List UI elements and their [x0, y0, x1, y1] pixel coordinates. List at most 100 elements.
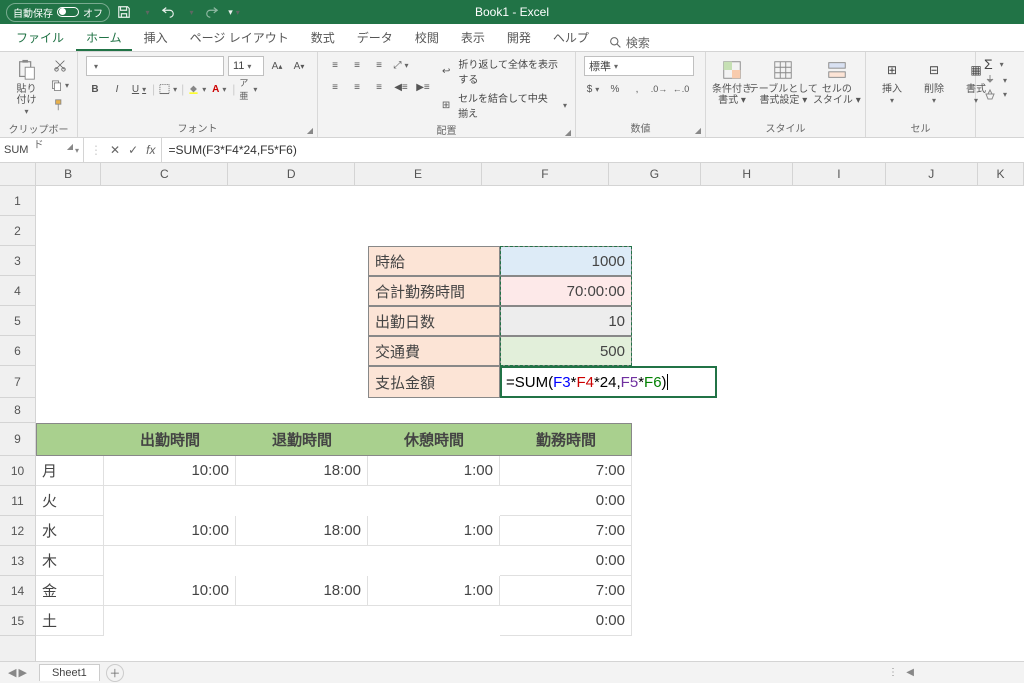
accounting-format-button[interactable]: $ — [584, 80, 602, 98]
col-header-D[interactable]: D — [228, 163, 355, 185]
cell-F6[interactable]: 500 — [500, 336, 632, 366]
cut-button[interactable] — [51, 56, 69, 74]
format-painter-button[interactable] — [51, 96, 69, 114]
row-header-7[interactable]: 7 — [0, 366, 35, 398]
cell-E14[interactable]: 1:00 — [368, 576, 500, 606]
font-color-button[interactable]: A — [210, 80, 228, 98]
col-header-H[interactable]: H — [701, 163, 793, 185]
delete-cells-button[interactable]: ⊟削除▾ — [916, 56, 952, 108]
cell-E7[interactable]: 支払金額 — [368, 366, 500, 398]
cell-C12[interactable]: 10:00 — [104, 516, 236, 546]
col-header-I[interactable]: I — [793, 163, 885, 185]
save-icon[interactable] — [116, 4, 132, 20]
cell-B13[interactable]: 木 — [36, 546, 104, 576]
number-format-combo[interactable]: 標準 — [584, 56, 694, 76]
cell-styles-button[interactable]: セルの スタイル ▾ — [817, 56, 857, 108]
redo-icon[interactable] — [204, 4, 220, 20]
row-header-1[interactable]: 1 — [0, 186, 35, 216]
copy-button[interactable] — [51, 76, 69, 94]
font-size-combo[interactable]: 11 — [228, 56, 264, 76]
align-top-button[interactable]: ≡ — [326, 56, 344, 74]
cell-F14[interactable]: 7:00 — [500, 576, 632, 606]
format-as-table-button[interactable]: テーブルとして 書式設定 ▾ — [756, 56, 811, 108]
align-left-button[interactable]: ≡ — [326, 78, 344, 96]
row-header-3[interactable]: 3 — [0, 246, 35, 276]
align-center-button[interactable]: ≡ — [348, 78, 366, 96]
cell-D10[interactable]: 18:00 — [236, 456, 368, 486]
merge-center-button[interactable]: ⊞セルを結合して中央揃え — [438, 90, 567, 120]
select-all-corner[interactable] — [0, 163, 36, 186]
row-headers[interactable]: 123456789101112131415 — [0, 186, 36, 661]
increase-font-button[interactable]: A▴ — [268, 57, 286, 75]
font-family-combo[interactable] — [86, 56, 224, 76]
cell-F15[interactable]: 0:00 — [500, 606, 632, 636]
spreadsheet-grid[interactable]: BCDEFGHIJK 123456789101112131415 時給合計勤務時… — [0, 163, 1024, 661]
indent-increase-button[interactable]: ▶≡ — [414, 78, 432, 96]
tab-home[interactable]: ホーム — [76, 25, 132, 51]
sheet-prev-button[interactable]: ◀ — [8, 666, 16, 679]
cancel-formula-button[interactable]: ✕ — [110, 143, 120, 157]
cell-E5[interactable]: 出勤日数 — [368, 306, 500, 336]
cell-B10[interactable]: 月 — [36, 456, 104, 486]
cell-E6[interactable]: 交通費 — [368, 336, 500, 366]
autosave-toggle[interactable]: 自動保存 オフ — [6, 3, 110, 22]
tab-help[interactable]: ヘルプ — [543, 25, 599, 51]
add-sheet-button[interactable]: ＋ — [106, 664, 124, 682]
qat-customize-dropdown[interactable]: ▾ — [226, 4, 242, 20]
cell-C9[interactable]: 出勤時間 — [104, 423, 236, 456]
cell-E4[interactable]: 合計勤務時間 — [368, 276, 500, 306]
indent-decrease-button[interactable]: ◀≡ — [392, 78, 410, 96]
cell-B14[interactable]: 金 — [36, 576, 104, 606]
row-header-12[interactable]: 12 — [0, 516, 35, 546]
row-header-4[interactable]: 4 — [0, 276, 35, 306]
phonetic-button[interactable]: ア亜 — [239, 80, 257, 98]
col-header-C[interactable]: C — [101, 163, 228, 185]
decrease-decimal-button[interactable]: ←.0 — [672, 80, 690, 98]
cell-F3[interactable]: 1000 — [500, 246, 632, 276]
formula-input[interactable]: =SUM(F3*F4*24,F5*F6) — [162, 138, 1024, 162]
cell-E12[interactable]: 1:00 — [368, 516, 500, 546]
align-middle-button[interactable]: ≡ — [348, 56, 366, 74]
cell-edit-F7[interactable]: =SUM(F3*F4*24,F5*F6) — [500, 366, 717, 398]
insert-cells-button[interactable]: ⊞挿入▾ — [874, 56, 910, 108]
cell-E10[interactable]: 1:00 — [368, 456, 500, 486]
cell-B11[interactable]: 火 — [36, 486, 104, 516]
confirm-formula-button[interactable]: ✓ — [128, 143, 138, 157]
row-header-2[interactable]: 2 — [0, 216, 35, 246]
row-header-15[interactable]: 15 — [0, 606, 35, 636]
row-header-9[interactable]: 9 — [0, 423, 35, 456]
undo-dropdown[interactable] — [182, 4, 198, 20]
clear-button[interactable] — [984, 88, 1007, 100]
col-header-E[interactable]: E — [355, 163, 482, 185]
cell-F12[interactable]: 7:00 — [500, 516, 632, 546]
cell-C10[interactable]: 10:00 — [104, 456, 236, 486]
tab-file[interactable]: ファイル — [6, 25, 74, 51]
bold-button[interactable]: B — [86, 80, 104, 98]
row-header-13[interactable]: 13 — [0, 546, 35, 576]
tab-pagelayout[interactable]: ページ レイアウト — [180, 25, 299, 51]
column-headers[interactable]: BCDEFGHIJK — [36, 163, 1024, 186]
col-header-G[interactable]: G — [609, 163, 701, 185]
cell-F13[interactable]: 0:00 — [500, 546, 632, 576]
autosum-button[interactable]: Σ — [984, 56, 1004, 72]
sheet-next-button[interactable]: ▶ — [18, 666, 26, 679]
conditional-format-button[interactable]: 条件付き 書式 ▾ — [714, 56, 750, 108]
fill-button[interactable] — [984, 74, 1007, 86]
border-button[interactable] — [159, 80, 177, 98]
tab-formulas[interactable]: 数式 — [301, 25, 345, 51]
row-header-5[interactable]: 5 — [0, 306, 35, 336]
cell-F11[interactable]: 0:00 — [500, 486, 632, 516]
ribbon-search[interactable]: 検索 — [609, 34, 650, 51]
percent-button[interactable]: % — [606, 80, 624, 98]
align-bottom-button[interactable]: ≡ — [370, 56, 388, 74]
row-header-10[interactable]: 10 — [0, 456, 35, 486]
wrap-text-button[interactable]: ↩折り返して全体を表示する — [438, 56, 567, 86]
tab-view[interactable]: 表示 — [451, 25, 495, 51]
cell-F5[interactable]: 10 — [500, 306, 632, 336]
launcher-icon[interactable]: ◢ — [565, 128, 571, 137]
launcher-icon[interactable]: ◢ — [67, 142, 73, 151]
launcher-icon[interactable]: ◢ — [307, 126, 313, 135]
tab-developer[interactable]: 開発 — [497, 25, 541, 51]
col-header-F[interactable]: F — [482, 163, 609, 185]
comma-button[interactable]: , — [628, 80, 646, 98]
